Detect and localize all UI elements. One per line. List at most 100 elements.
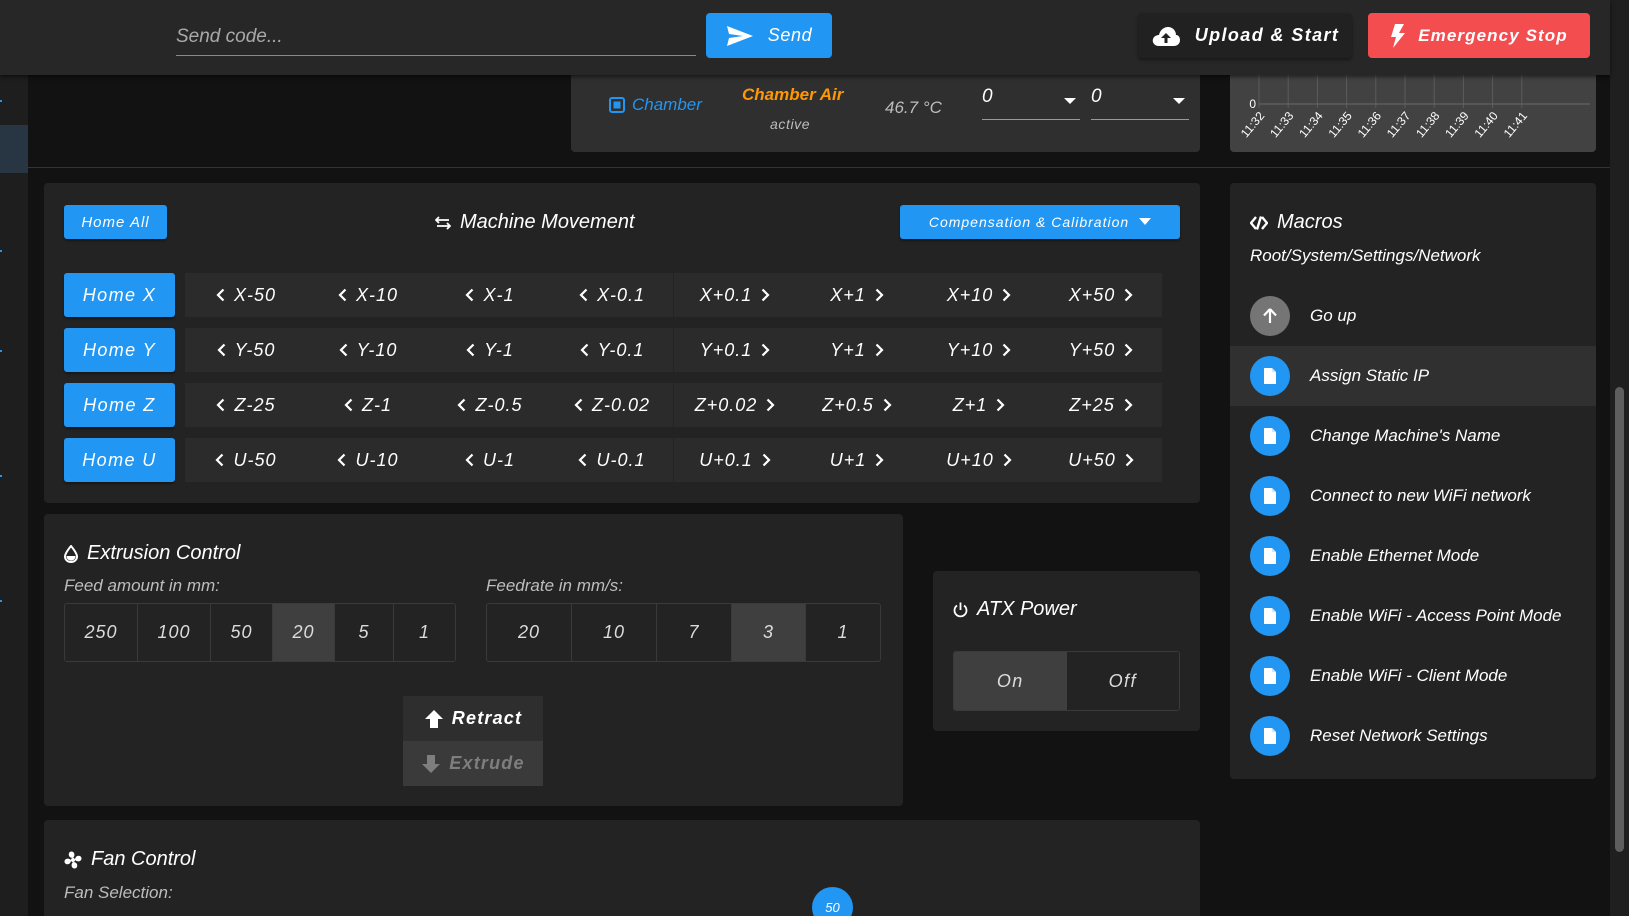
feedrate-option[interactable]: 1: [806, 604, 880, 661]
atx-power-label: ATX Power: [977, 598, 1077, 620]
move-step-button[interactable]: U+50: [1040, 438, 1162, 482]
move-step-button[interactable]: Z+0.02: [674, 383, 796, 427]
home-x-button[interactable]: Home X: [64, 273, 175, 317]
move-step-button[interactable]: Y-0.1: [551, 328, 673, 372]
move-step-button[interactable]: Y-50: [185, 328, 307, 372]
move-step-button[interactable]: Y+50: [1040, 328, 1162, 372]
chamber-heater-state[interactable]: active: [770, 116, 810, 132]
home-u-button[interactable]: Home U: [64, 438, 175, 482]
nav-active-item[interactable]: [0, 125, 28, 173]
move-step-button[interactable]: U+0.1: [674, 438, 796, 482]
move-step-button[interactable]: U-0.1: [551, 438, 673, 482]
move-step-button[interactable]: Y-1: [429, 328, 551, 372]
atx-off-button[interactable]: Off: [1067, 652, 1180, 710]
move-step-button[interactable]: Y+1: [796, 328, 918, 372]
macro-item-label: Connect to new WiFi network: [1310, 486, 1531, 505]
move-step-button[interactable]: X-10: [307, 273, 429, 317]
move-step-button[interactable]: Y+10: [918, 328, 1040, 372]
feed-amount-option[interactable]: 1: [394, 604, 455, 661]
atx-power-panel: ATX Power On Off: [933, 571, 1200, 731]
feed-amount-option[interactable]: 5: [335, 604, 394, 661]
chevron-left-icon: [216, 398, 225, 412]
flash-icon: [1390, 23, 1406, 48]
move-step-button[interactable]: Z+0.5: [796, 383, 918, 427]
page-scrollbar[interactable]: [1610, 0, 1629, 916]
macro-list-item[interactable]: Enable WiFi - Access Point Mode: [1230, 586, 1596, 646]
extrusion-control-label: Extrusion Control: [87, 542, 241, 564]
home-z-button[interactable]: Home Z: [64, 383, 175, 427]
macro-list-item[interactable]: Go up: [1230, 286, 1596, 346]
move-step-button[interactable]: U-10: [307, 438, 429, 482]
move-step-button[interactable]: X+10: [918, 273, 1040, 317]
chart-x-tick-label: 11:36: [1355, 109, 1385, 141]
compensation-calibration-button[interactable]: Compensation & Calibration: [900, 205, 1180, 239]
feedrate-option[interactable]: 20: [487, 604, 572, 661]
chart-x-tick-label: 11:38: [1413, 109, 1443, 141]
send-code-input[interactable]: [176, 18, 696, 56]
temperature-chart: 11:32 11:33 11:34 11:35 11:36 11:37 11:38 11:39…: [1230, 72, 1596, 152]
move-step-button[interactable]: U+10: [918, 438, 1040, 482]
macro-directory-path: Root/System/Settings/Network: [1250, 246, 1481, 265]
chamber-standby-select[interactable]: 0: [1091, 86, 1189, 120]
chart-x-tick-label: 11:37: [1384, 109, 1414, 141]
move-step-button[interactable]: Y-10: [307, 328, 429, 372]
chamber-current-temp: 46.7 °C: [885, 98, 942, 117]
chart-x-tick-label: 11:41: [1501, 109, 1531, 141]
chart-x-tick-label: 11:33: [1267, 109, 1297, 141]
move-step-button[interactable]: Y+0.1: [674, 328, 796, 372]
send-button[interactable]: Send: [706, 13, 832, 58]
move-step-button[interactable]: U-50: [185, 438, 307, 482]
feedrate-option[interactable]: 10: [572, 604, 657, 661]
home-y-button[interactable]: Home Y: [64, 328, 175, 372]
move-step-button[interactable]: Z+1: [918, 383, 1040, 427]
upload-start-button[interactable]: Upload & Start: [1138, 13, 1352, 58]
chamber-active-select[interactable]: 0: [982, 86, 1080, 120]
feedrate-option[interactable]: 3: [732, 604, 806, 661]
move-step-button[interactable]: Z-0.5: [429, 383, 551, 427]
chevron-left-icon: [338, 288, 347, 302]
move-step-button[interactable]: X+50: [1040, 273, 1162, 317]
feed-amount-option[interactable]: 20: [273, 604, 335, 661]
fan-control-title: Fan Control: [64, 848, 196, 871]
move-step-button[interactable]: U+1: [796, 438, 918, 482]
move-step-button[interactable]: Z-25: [185, 383, 307, 427]
macro-list-item[interactable]: Enable Ethernet Mode: [1230, 526, 1596, 586]
chart-x-tick-label: 11:34: [1296, 109, 1326, 141]
chevron-right-icon: [766, 398, 775, 412]
move-step-button[interactable]: X+1: [796, 273, 918, 317]
file-icon: [1250, 476, 1290, 516]
emergency-stop-button[interactable]: Emergency Stop: [1368, 13, 1590, 58]
chamber-name[interactable]: Chamber: [609, 95, 702, 115]
move-step-button[interactable]: Z+25: [1040, 383, 1162, 427]
macro-list-item[interactable]: Connect to new WiFi network: [1230, 466, 1596, 526]
macro-item-label: Reset Network Settings: [1310, 726, 1488, 745]
macro-list-item[interactable]: Change Machine's Name: [1230, 406, 1596, 466]
fan-slider-value[interactable]: 50: [812, 887, 853, 916]
macro-list-item[interactable]: Enable WiFi - Client Mode: [1230, 646, 1596, 706]
move-step-button[interactable]: X+0.1: [674, 273, 796, 317]
chamber-heater-name[interactable]: Chamber Air: [742, 85, 843, 105]
move-step-button[interactable]: U-1: [429, 438, 551, 482]
extrusion-control-panel: Extrusion Control Feed amount in mm: 250…: [44, 514, 903, 806]
move-step-button[interactable]: X-50: [185, 273, 307, 317]
move-step-label: X+0.1: [699, 284, 753, 305]
feed-amount-option[interactable]: 100: [138, 604, 211, 661]
macro-list-item[interactable]: Reset Network Settings: [1230, 706, 1596, 766]
feed-amount-option[interactable]: 50: [211, 604, 273, 661]
move-step-label: Y-0.1: [597, 339, 645, 360]
feed-amount-option[interactable]: 250: [65, 604, 138, 661]
move-step-button[interactable]: Z-0.02: [551, 383, 673, 427]
macro-list-item[interactable]: Assign Static IP: [1230, 346, 1596, 406]
scrollbar-thumb[interactable]: [1615, 387, 1624, 852]
home-all-button[interactable]: Home All: [64, 205, 167, 239]
atx-on-button[interactable]: On: [954, 652, 1067, 710]
file-icon: [1250, 536, 1290, 576]
move-step-label: U-0.1: [596, 449, 646, 470]
move-step-button[interactable]: X-1: [429, 273, 551, 317]
move-step-label: Z+0.02: [694, 394, 758, 415]
retract-button[interactable]: Retract: [403, 696, 543, 741]
extrude-button[interactable]: Extrude: [403, 741, 543, 786]
move-step-button[interactable]: X-0.1: [551, 273, 673, 317]
feedrate-option[interactable]: 7: [657, 604, 732, 661]
move-step-button[interactable]: Z-1: [307, 383, 429, 427]
